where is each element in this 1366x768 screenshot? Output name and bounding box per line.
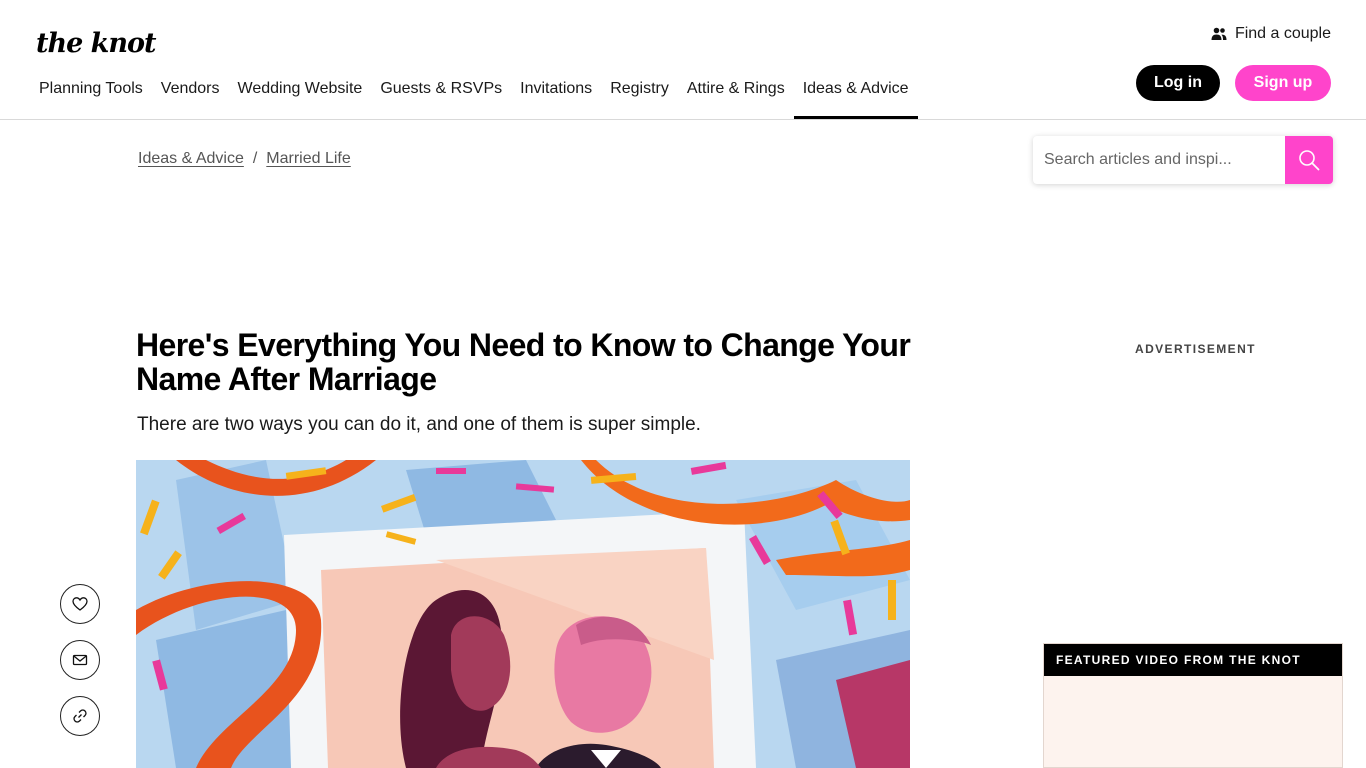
breadcrumb-married-life[interactable]: Married Life	[266, 150, 350, 168]
find-couple-link[interactable]: Find a couple	[1211, 25, 1331, 43]
main-nav: Planning Tools Vendors Wedding Website G…	[39, 78, 918, 119]
search-box	[1033, 136, 1333, 184]
signup-button[interactable]: Sign up	[1235, 65, 1331, 101]
find-couple-label: Find a couple	[1234, 25, 1331, 42]
nav-ideas-advice[interactable]: Ideas & Advice	[793, 78, 918, 119]
nav-registry[interactable]: Registry	[601, 78, 678, 119]
nav-vendors[interactable]: Vendors	[152, 78, 229, 119]
nav-invitations[interactable]: Invitations	[511, 78, 601, 119]
featured-video[interactable]: FEATURED VIDEO FROM THE KNOT	[1043, 643, 1343, 768]
nav-wedding-website[interactable]: Wedding Website	[229, 78, 372, 119]
advertisement-label: ADVERTISEMENT	[1135, 342, 1256, 356]
logo[interactable]: the knot	[36, 28, 156, 59]
login-button[interactable]: Log in	[1136, 65, 1220, 101]
mail-icon	[72, 654, 88, 666]
article-subtitle: There are two ways you can do it, and on…	[137, 414, 701, 435]
nav-attire-rings[interactable]: Attire & Rings	[678, 78, 794, 119]
search-input[interactable]	[1033, 136, 1285, 184]
breadcrumb-ideas-advice[interactable]: Ideas & Advice	[138, 150, 244, 168]
heart-icon	[72, 597, 88, 611]
featured-video-label: FEATURED VIDEO FROM THE KNOT	[1044, 644, 1342, 676]
breadcrumb-separator: /	[252, 150, 258, 167]
link-icon	[73, 709, 87, 723]
people-icon	[1211, 27, 1227, 40]
nav-guests-rsvps[interactable]: Guests & RSVPs	[371, 78, 511, 119]
save-button[interactable]	[60, 584, 100, 624]
email-share-button[interactable]	[60, 640, 100, 680]
copy-link-button[interactable]	[60, 696, 100, 736]
nav-planning-tools[interactable]: Planning Tools	[39, 78, 152, 119]
breadcrumb: Ideas & Advice / Married Life	[138, 150, 351, 168]
site-header: the knot Planning Tools Vendors Wedding …	[0, 0, 1366, 120]
search-button[interactable]	[1285, 136, 1333, 184]
hero-illustration	[136, 460, 910, 768]
search-icon	[1299, 150, 1320, 171]
article-title: Here's Everything You Need to Know to Ch…	[136, 327, 911, 397]
